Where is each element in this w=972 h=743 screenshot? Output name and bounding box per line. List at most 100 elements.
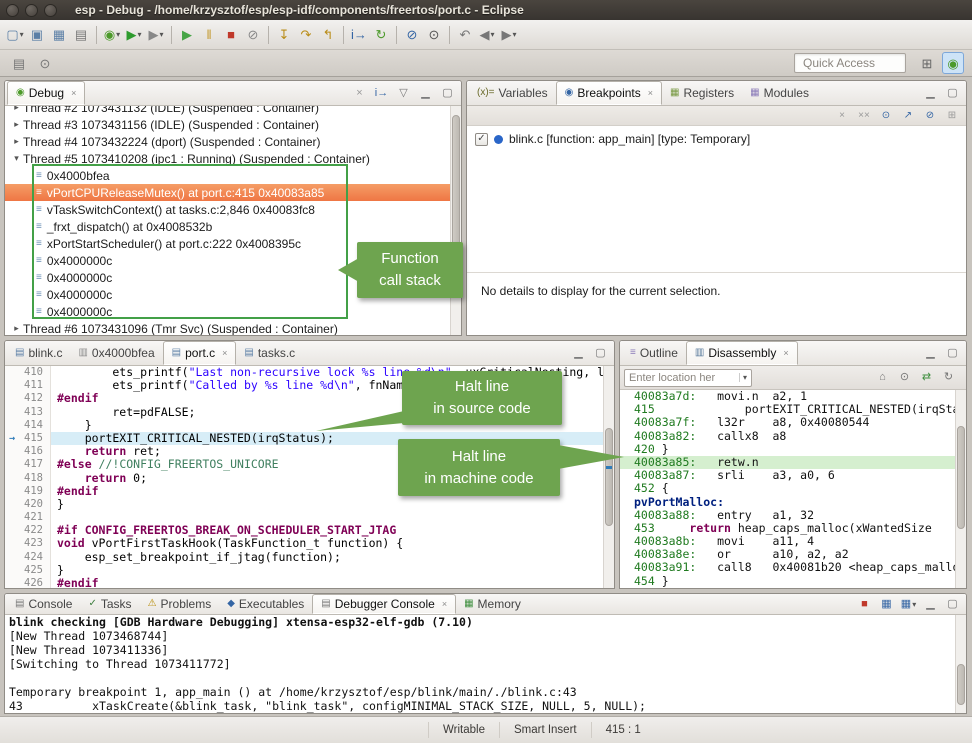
tab-modules[interactable]: ▦Modules (742, 81, 817, 105)
chevron-collapsed-icon[interactable]: ▸ (10, 136, 23, 147)
close-tab-icon[interactable]: × (71, 88, 76, 98)
expand-all-icon[interactable]: ⊞ (944, 108, 960, 124)
chevron-collapsed-icon[interactable]: ▸ (10, 323, 23, 334)
open-console-icon[interactable]: ▦▾ (900, 596, 917, 613)
tab-tasks[interactable]: ✓Tasks (80, 594, 139, 614)
print-icon[interactable]: ▤ (70, 24, 92, 46)
tab-disassembly[interactable]: ▥Disassembly× (686, 341, 798, 365)
maximize-view-icon[interactable]: ▢ (439, 85, 456, 102)
pin-view-icon[interactable]: ⊙ (896, 369, 913, 386)
go-to-file-for-breakpoint-icon[interactable]: ↗ (900, 108, 916, 124)
debug-stack-frame-row[interactable]: ≡vTaskSwitchContext() at tasks.c:2,846 0… (5, 201, 450, 218)
open-perspective-icon[interactable]: ⊞ (916, 52, 938, 74)
terminate-console-icon[interactable]: ■ (856, 596, 873, 613)
source-line[interactable]: 426#endif (5, 577, 603, 588)
tab-registers[interactable]: ▦Registers (662, 81, 742, 105)
tab-console[interactable]: ▤Console (7, 594, 80, 614)
save-icon[interactable]: ▣ (26, 24, 48, 46)
tab-debug[interactable]: ◉Debug× (7, 81, 85, 105)
suspend-icon[interactable]: ‖ (198, 24, 220, 46)
minimize-view-icon[interactable]: ▁ (570, 345, 587, 362)
disassembly-listing[interactable]: 40083a7d: movi.n a2, 1415 portEXIT_CRITI… (620, 390, 955, 588)
close-tab-icon[interactable]: × (783, 348, 788, 358)
source-line[interactable]: 424 esp_set_breakpoint_if_jtag(function)… (5, 551, 603, 564)
remove-all-terminated-icon[interactable]: × (351, 85, 368, 102)
minimize-view-icon[interactable]: ▁ (922, 85, 939, 102)
chevron-collapsed-icon[interactable]: ▸ (10, 106, 23, 113)
debug-view-menu-icon[interactable]: ▽ (395, 85, 412, 102)
debug-scrollbar[interactable] (450, 106, 461, 335)
show-breakpoints-supported-icon[interactable]: ⊙ (878, 108, 894, 124)
minimize-view-icon[interactable]: ▁ (922, 345, 939, 362)
step-return-icon[interactable]: ↰ (317, 24, 339, 46)
debug-thread-row[interactable]: ▸Thread #2 1073431132 (IDLE) (Suspended … (5, 106, 450, 116)
window-minimize-button[interactable] (25, 4, 38, 17)
tab-blink-c[interactable]: ▤blink.c (7, 341, 70, 365)
minimize-view-icon[interactable]: ▁ (417, 85, 434, 102)
window-maximize-button[interactable] (44, 4, 57, 17)
tab-problems[interactable]: ⚠Problems (140, 594, 220, 614)
editor-scrollbar[interactable] (603, 366, 614, 588)
chevron-expanded-icon[interactable]: ▾ (10, 153, 23, 164)
remove-selected-breakpoints-icon[interactable]: × (834, 108, 850, 124)
close-tab-icon[interactable]: × (442, 599, 447, 609)
tab-outline[interactable]: ≡Outline (622, 341, 686, 365)
debug-stack-frame-row[interactable]: ≡vPortCPUReleaseMutex() at port.c:415 0x… (5, 184, 450, 201)
maximize-view-icon[interactable]: ▢ (944, 85, 961, 102)
close-tab-icon[interactable]: × (648, 88, 653, 98)
minimize-view-icon[interactable]: ▁ (922, 596, 939, 613)
go-home-icon[interactable]: ⌂ (874, 369, 891, 386)
debug-thread-row[interactable]: ▸Thread #4 1073432224 (dport) (Suspended… (5, 133, 450, 150)
step-over-icon[interactable]: ↷ (295, 24, 317, 46)
window-close-button[interactable] (6, 4, 19, 17)
last-edit-location-icon[interactable]: ↶ (454, 24, 476, 46)
debug-thread-row[interactable]: ▾Thread #5 1073410208 (ipc1 : Running) (… (5, 150, 450, 167)
skip-all-breakpoints-icon[interactable]: ⊘ (401, 24, 423, 46)
tab-tasks-c[interactable]: ▤tasks.c (236, 341, 303, 365)
remove-all-breakpoints-icon[interactable]: ×× (856, 108, 872, 124)
back-icon[interactable]: ◀▾ (476, 24, 498, 46)
tab-variables[interactable]: (x)=Variables (469, 81, 556, 105)
skip-all-breakpoints-icon[interactable]: ⊘ (922, 108, 938, 124)
new-c-file-icon[interactable]: ▤ (8, 52, 30, 74)
source-line[interactable]: 420} (5, 498, 603, 511)
tab-memory[interactable]: ▦Memory (456, 594, 529, 614)
new-wizard-icon[interactable]: ▢▾ (4, 24, 26, 46)
restart-icon[interactable]: ↻ (370, 24, 392, 46)
breakpoint-list-item[interactable]: ✓ blink.c [function: app_main] [type: Te… (467, 126, 966, 152)
debug-stack-frame-row[interactable]: ≡0x4000000c (5, 303, 450, 320)
external-tools-icon[interactable]: ▶▾ (145, 24, 167, 46)
quick-access-button[interactable]: Quick Access (794, 53, 906, 73)
tab-0x4000bfea[interactable]: ▥0x4000bfea (70, 341, 162, 365)
location-dropdown-icon[interactable]: ▾ (739, 373, 747, 382)
link-with-active-debug-context-icon[interactable]: ⇄ (918, 369, 935, 386)
search-icon[interactable]: ⊙ (423, 24, 445, 46)
instruction-stepping-icon[interactable]: i→ (348, 24, 370, 46)
debugger-console-output[interactable]: blink checking [GDB Hardware Debugging] … (5, 615, 955, 713)
terminate-icon[interactable]: ■ (220, 24, 242, 46)
toolbar-search-icon[interactable]: ⊙ (34, 52, 56, 74)
debug-stack-frame-row[interactable]: ≡0x4000bfea (5, 167, 450, 184)
tab-port-c[interactable]: ▤port.c× (163, 341, 237, 365)
chevron-collapsed-icon[interactable]: ▸ (10, 119, 23, 130)
maximize-view-icon[interactable]: ▢ (944, 596, 961, 613)
disconnect-icon[interactable]: ⊘ (242, 24, 264, 46)
instruction-stepping-mode-icon[interactable]: i→ (373, 85, 390, 102)
run-icon[interactable]: ▶▾ (123, 24, 145, 46)
resume-icon[interactable]: ▶ (176, 24, 198, 46)
tab-executables[interactable]: ◆Executables (219, 594, 312, 614)
maximize-view-icon[interactable]: ▢ (944, 345, 961, 362)
debug-icon[interactable]: ◉▾ (101, 24, 123, 46)
display-selected-console-icon[interactable]: ▦ (878, 596, 895, 613)
maximize-view-icon[interactable]: ▢ (592, 345, 609, 362)
save-all-icon[interactable]: ▦ (48, 24, 70, 46)
forward-icon[interactable]: ▶▾ (498, 24, 520, 46)
location-input[interactable]: Enter location her ▾ (624, 369, 752, 387)
step-into-icon[interactable]: ↧ (273, 24, 295, 46)
debug-thread-row[interactable]: ▸Thread #3 1073431156 (IDLE) (Suspended … (5, 116, 450, 133)
tab-breakpoints[interactable]: ◉Breakpoints× (556, 81, 662, 105)
debug-thread-row[interactable]: ▸Thread #6 1073431096 (Tmr Svc) (Suspend… (5, 320, 450, 335)
close-tab-icon[interactable]: × (222, 348, 227, 358)
debug-stack-frame-row[interactable]: ≡_frxt_dispatch() at 0x4008532b (5, 218, 450, 235)
breakpoint-checkbox[interactable]: ✓ (475, 133, 488, 146)
